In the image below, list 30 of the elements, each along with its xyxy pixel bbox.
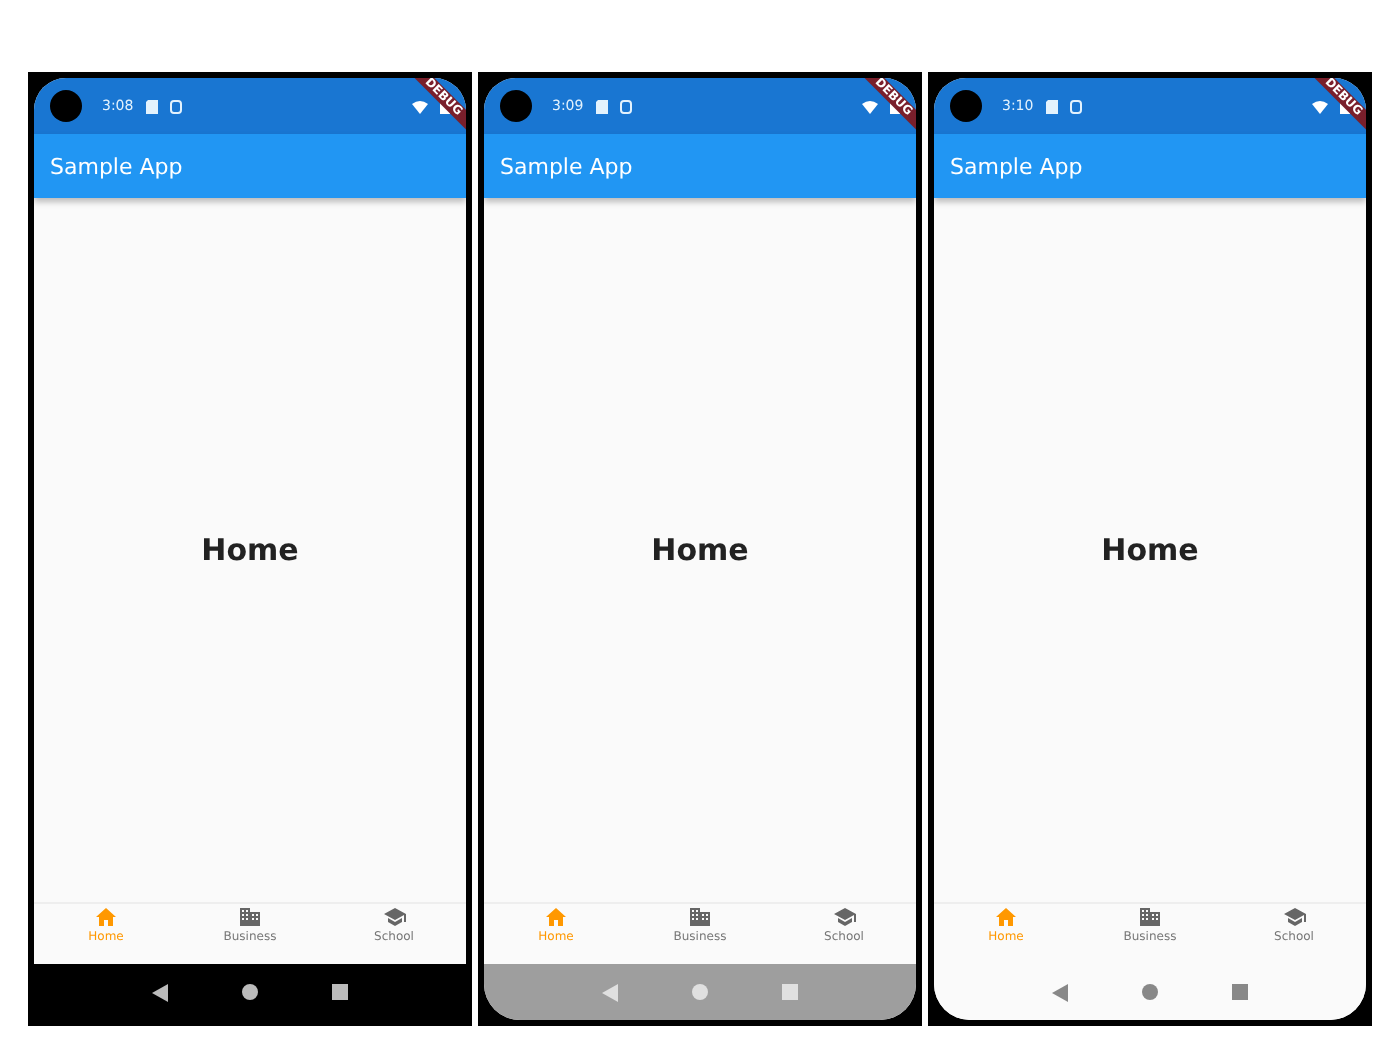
sd-card-icon — [595, 99, 608, 113]
home-icon — [996, 908, 1016, 926]
notification-icon — [619, 99, 632, 113]
app-title: Sample App — [500, 153, 633, 179]
back-icon[interactable] — [151, 983, 168, 1001]
home-icon — [546, 908, 566, 926]
building-icon — [240, 908, 260, 926]
camera-icon — [950, 90, 982, 122]
recents-icon[interactable] — [332, 984, 349, 1000]
notification-icon — [169, 99, 182, 113]
building-icon — [690, 908, 710, 926]
app-title: Sample App — [50, 153, 183, 179]
building-icon — [1140, 908, 1160, 926]
page-heading: Home — [651, 532, 749, 568]
home-button-icon[interactable] — [241, 984, 258, 1000]
graduation-cap-icon — [383, 908, 405, 926]
sd-card-icon — [145, 99, 158, 113]
camera-icon — [500, 90, 532, 122]
page-heading: Home — [201, 532, 299, 568]
home-icon — [96, 908, 116, 926]
page-heading: Home — [1101, 532, 1199, 568]
camera-icon — [50, 90, 82, 122]
wifi-icon — [412, 99, 428, 113]
wifi-icon — [1312, 99, 1328, 113]
notification-icon — [1069, 99, 1082, 113]
graduation-cap-icon — [833, 908, 855, 926]
app-title: Sample App — [950, 153, 1083, 179]
sd-card-icon — [1045, 99, 1058, 113]
wifi-icon — [862, 99, 878, 113]
graduation-cap-icon — [1283, 908, 1305, 926]
